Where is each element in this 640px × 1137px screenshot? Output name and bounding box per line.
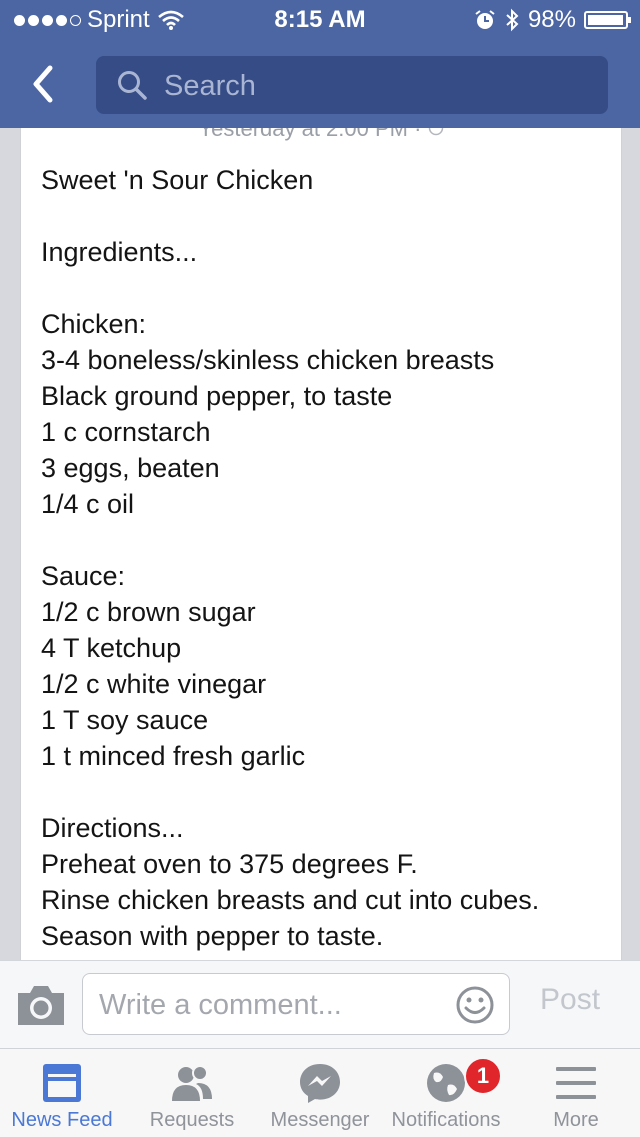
post-line: Sweet 'n Sour Chicken [41,165,314,195]
post-line: 1/2 c brown sugar [41,597,256,627]
tab-label: More [553,1109,599,1131]
post-line: Ingredients... [41,237,198,267]
comment-input[interactable] [97,984,447,1026]
post-comment-button[interactable]: Post [540,983,600,1017]
post-line: Preheat oven to 375 degrees F. [41,849,418,879]
tab-requests[interactable]: Requests [128,1049,256,1137]
post-line: 1 T soy sauce [41,705,209,735]
friends-icon [172,1065,212,1101]
post-line: Chicken: [41,309,147,339]
post-card: Yesterday at 2:00 PM · Sweet 'n Sour Chi… [20,128,622,960]
tab-notifications[interactable]: 1 Notifications [384,1049,508,1137]
back-button[interactable] [22,62,66,106]
messenger-icon [300,1064,340,1103]
post-line: 3-4 boneless/skinless chicken breasts [41,345,495,375]
post-line: 1/2 c white vinegar [41,669,267,699]
emoji-button[interactable] [455,985,495,1025]
post-line: Sauce: [41,561,126,591]
tab-label: Requests [149,1109,235,1131]
post-timestamp-text: Yesterday at 2:00 PM · [198,128,428,141]
bluetooth-icon [506,8,519,32]
post-line: 3 eggs, beaten [41,453,220,483]
battery-percent: 98% [527,6,576,33]
menu-icon [556,1067,596,1099]
post-line: Season with pepper to taste. [41,921,384,951]
chevron-left-icon [33,65,53,103]
app-header: Sprint 8:15 AM 98% [0,0,640,128]
battery-fill [588,15,624,25]
camera-icon [18,986,64,1025]
post-timestamp: Yesterday at 2:00 PM · [21,128,621,142]
status-right: 98% [474,6,631,34]
comment-box[interactable] [82,973,510,1035]
post-line: 1 t minced fresh garlic [41,741,306,771]
tab-label: Notifications [391,1109,501,1131]
alarm-icon [475,10,495,29]
search-input[interactable] [162,66,586,106]
tab-news-feed[interactable]: News Feed [0,1049,124,1137]
comment-bar: Post [0,960,640,1049]
battery-nub [628,17,631,23]
search-bar[interactable] [96,56,608,114]
globe-privacy-icon [428,128,443,136]
tab-label: News Feed [11,1109,113,1131]
post-body: Sweet 'n Sour Chicken Ingredients... Chick… [41,162,611,954]
tab-bar: News Feed Requests Messenger 1 Notificat… [0,1048,640,1137]
tab-more[interactable]: More [512,1049,640,1137]
search-icon [118,71,147,100]
battery-icon [584,11,631,29]
globe-icon [427,1064,465,1102]
post-line: Rinse chicken breasts and cut into cubes… [41,885,540,915]
post-line: Black ground pepper, to taste [41,381,393,411]
post-line: Directions... [41,813,184,843]
tab-label: Messenger [270,1109,370,1131]
post-line: 1 c cornstarch [41,417,211,447]
status-bar: Sprint 8:15 AM 98% [0,0,640,40]
post-line: 1/4 c oil [41,489,135,519]
smiley-icon [456,986,494,1024]
post-line: 4 T ketchup [41,633,182,663]
camera-button[interactable] [14,981,68,1029]
tab-messenger[interactable]: Messenger [256,1049,384,1137]
notification-badge: 1 [464,1057,502,1095]
news-feed-icon [43,1064,81,1102]
